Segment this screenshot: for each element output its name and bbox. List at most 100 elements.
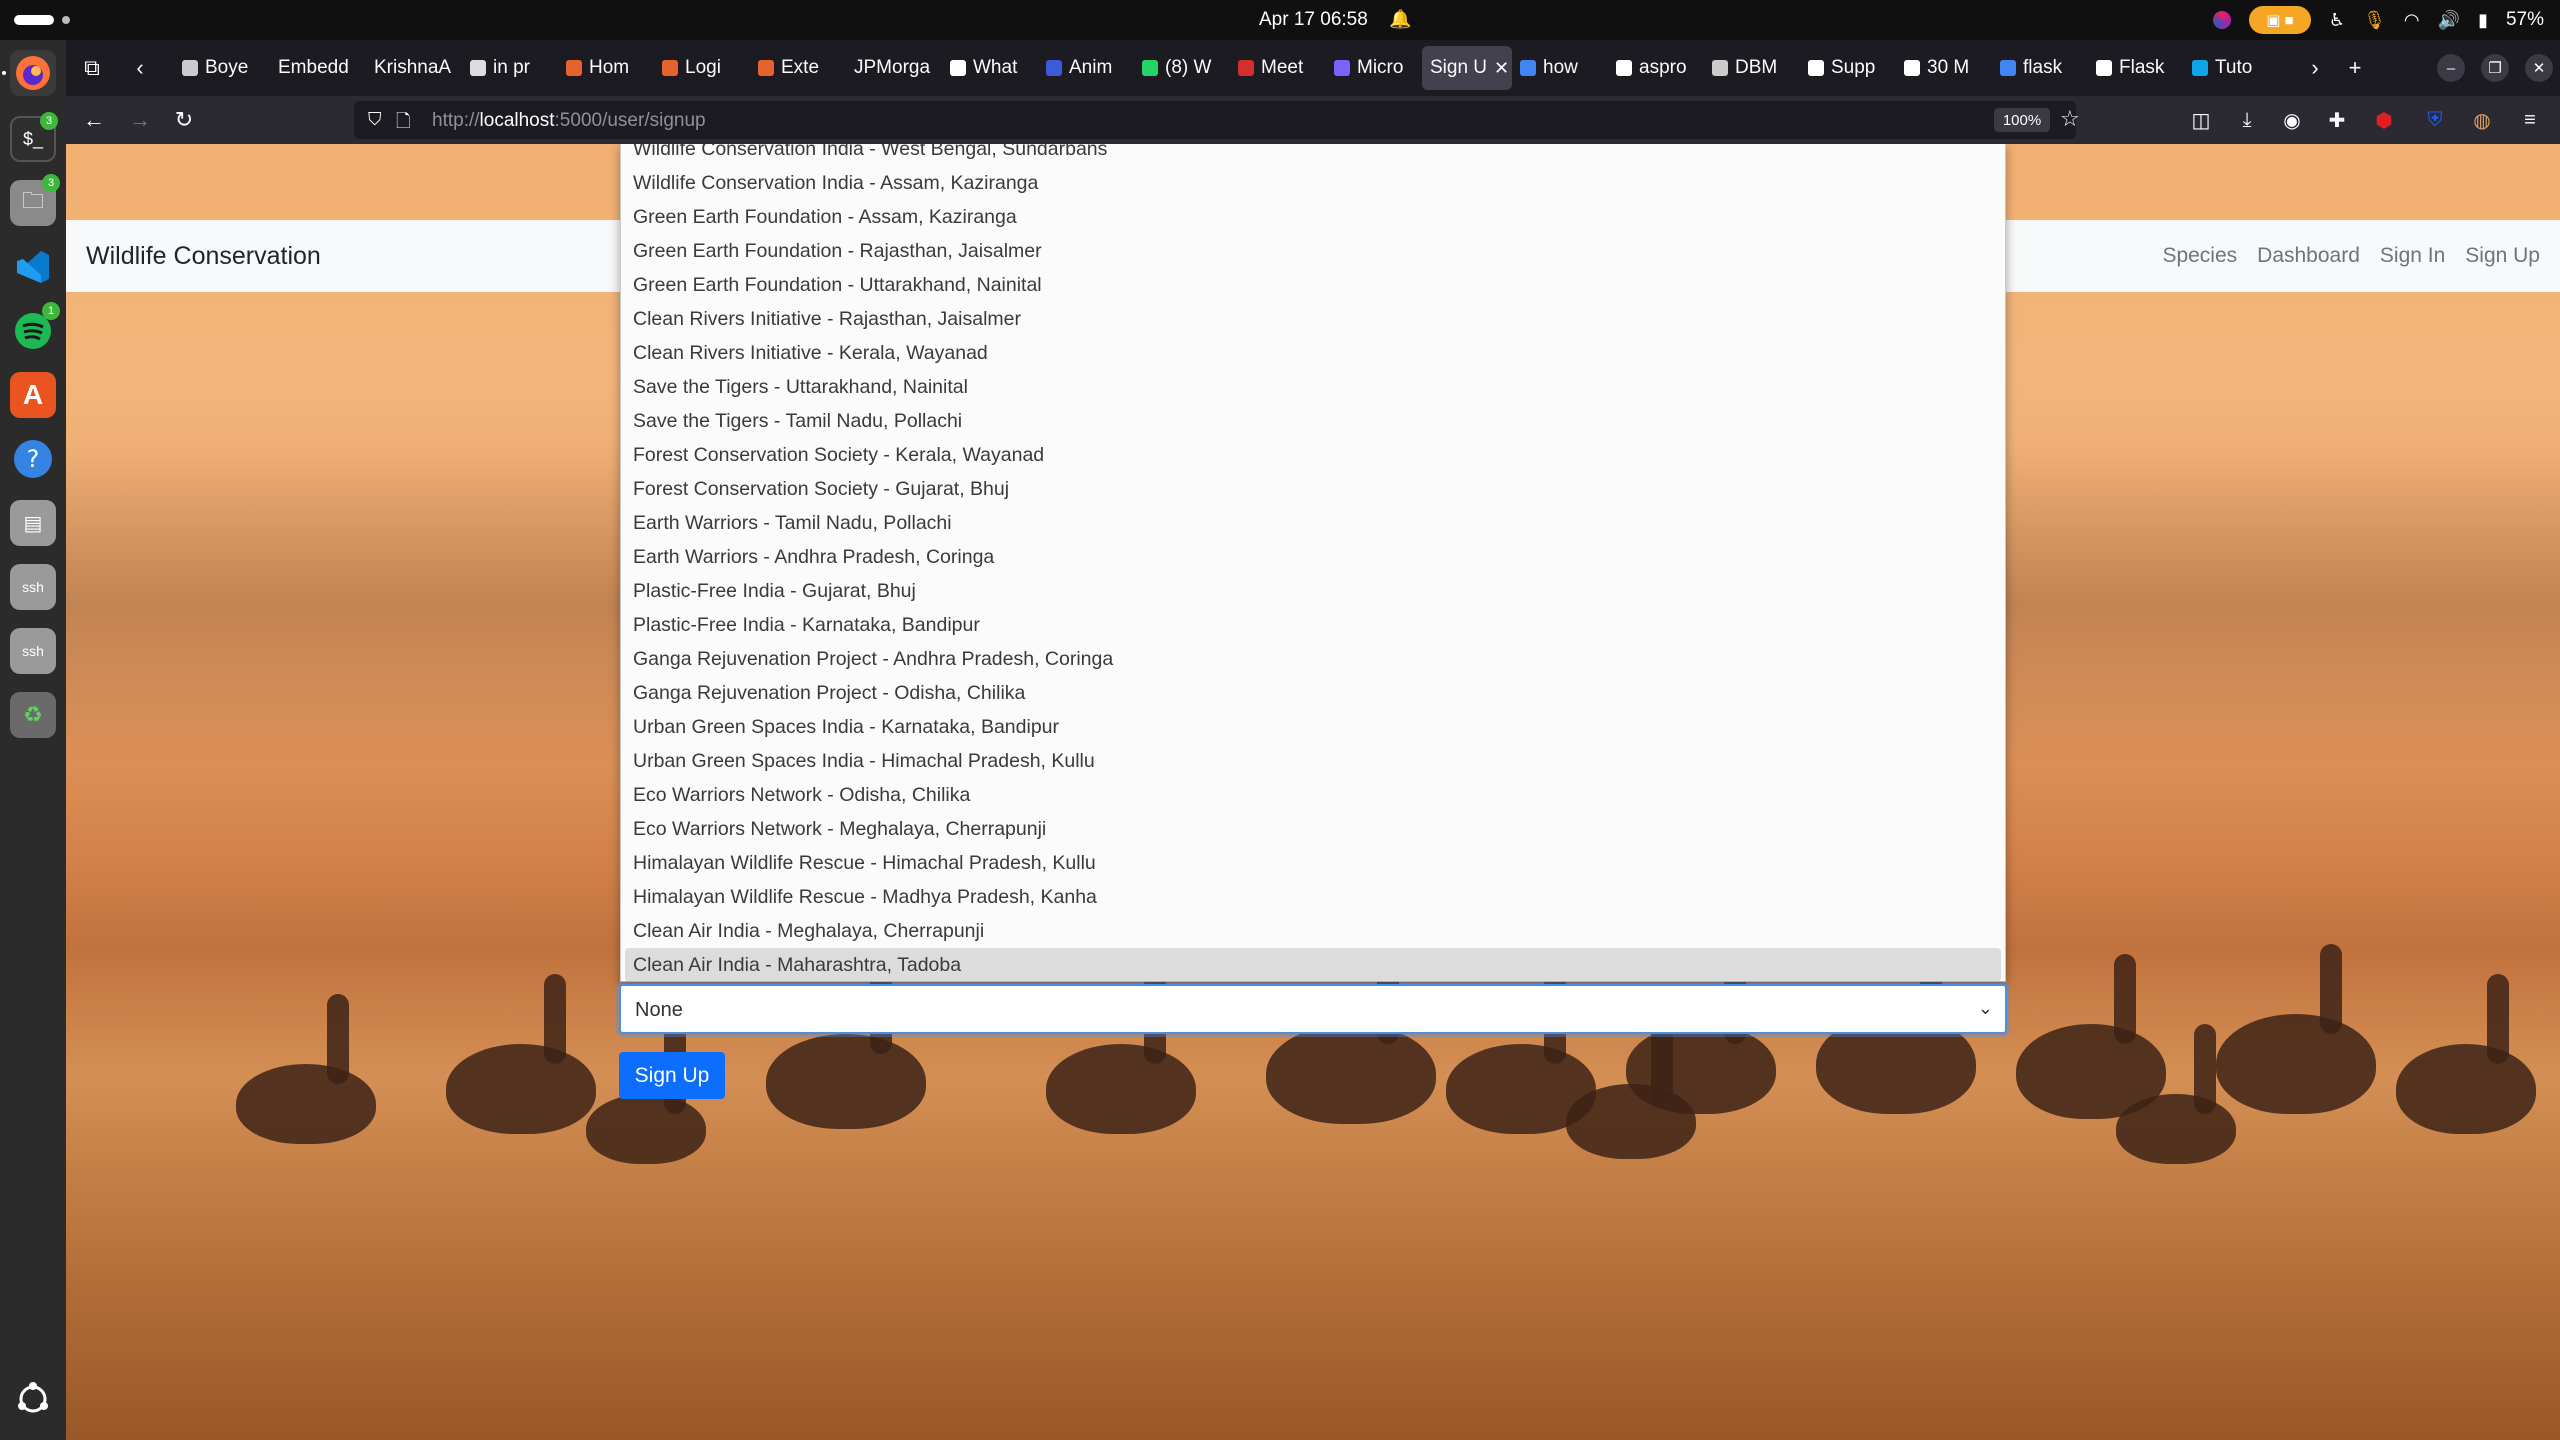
browser-tab[interactable]: KrishnaA: [366, 46, 462, 90]
ngo-select-dropdown-list[interactable]: Wildlife Conservation India - West Benga…: [620, 144, 2006, 982]
system-clock[interactable]: Apr 17 06:58: [1259, 9, 1368, 31]
dropdown-option[interactable]: Ganga Rejuvenation Project - Odisha, Chi…: [625, 676, 2001, 710]
ssh-file-icon-2[interactable]: ssh: [10, 628, 56, 674]
bitwarden-icon[interactable]: ⛨: [2419, 104, 2451, 136]
activities-button[interactable]: [14, 15, 70, 25]
ngo-select[interactable]: None ⌄: [619, 984, 2007, 1034]
reload-icon[interactable]: ↻: [166, 102, 202, 138]
dropdown-option[interactable]: Earth Warriors - Andhra Pradesh, Coringa: [625, 540, 2001, 574]
tab-overview-icon[interactable]: ⧉: [74, 50, 110, 86]
trash-icon[interactable]: ♻: [10, 692, 56, 738]
dropdown-option[interactable]: Green Earth Foundation - Assam, Kazirang…: [625, 200, 2001, 234]
url-text[interactable]: http://localhost:5000/user/signup: [432, 110, 706, 132]
browser-tab[interactable]: 30 M: [1896, 46, 1992, 90]
battery-icon[interactable]: ▮: [2478, 10, 2488, 31]
dropdown-option[interactable]: Plastic-Free India - Karnataka, Bandipur: [625, 608, 2001, 642]
url-bar[interactable]: ⛉ 🗋 http://localhost:5000/user/signup 10…: [354, 101, 2080, 139]
terminal-icon[interactable]: $_ 3: [10, 112, 58, 162]
browser-tab[interactable]: how: [1512, 46, 1608, 90]
browser-tab[interactable]: Meet: [1230, 46, 1326, 90]
dropdown-option[interactable]: Forest Conservation Society - Gujarat, B…: [625, 472, 2001, 506]
dropdown-option[interactable]: Himalayan Wildlife Rescue - Madhya Prade…: [625, 880, 2001, 914]
wifi-icon[interactable]: ◠: [2404, 10, 2420, 31]
dropdown-option[interactable]: Clean Air India - Maharashtra, Tadoba: [625, 948, 2001, 981]
sign-up-button[interactable]: Sign Up: [619, 1052, 725, 1099]
menu-icon[interactable]: ≡: [2514, 104, 2546, 136]
site-brand[interactable]: Wildlife Conservation: [86, 242, 321, 271]
browser-tab[interactable]: Sign U ✕: [1422, 46, 1512, 90]
dropdown-option[interactable]: Wildlife Conservation India - West Benga…: [625, 144, 2001, 166]
dropdown-option[interactable]: Urban Green Spaces India - Karnataka, Ba…: [625, 710, 2001, 744]
dropdown-option[interactable]: Plastic-Free India - Gujarat, Bhuj: [625, 574, 2001, 608]
forward-icon[interactable]: →: [122, 102, 158, 138]
zoom-level-badge[interactable]: 100%: [1994, 108, 2050, 132]
volume-icon[interactable]: 🔊: [2438, 10, 2460, 31]
account-icon[interactable]: ◉: [2276, 104, 2308, 136]
firefox-icon[interactable]: [10, 50, 56, 96]
help-icon[interactable]: ?: [10, 436, 56, 482]
color-picker-icon[interactable]: [2212, 11, 2231, 29]
page-info-icon[interactable]: 🗋: [396, 109, 410, 139]
pocket-icon[interactable]: ◫: [2185, 104, 2217, 136]
browser-tab[interactable]: (8) W: [1134, 46, 1230, 90]
battery-percent[interactable]: 57%: [2506, 9, 2544, 31]
minimize-icon[interactable]: –: [2437, 54, 2465, 82]
nav-species-link[interactable]: Species: [2162, 244, 2237, 268]
dropdown-option[interactable]: Earth Warriors - Tamil Nadu, Pollachi: [625, 506, 2001, 540]
downloads-icon[interactable]: ⤓: [2231, 104, 2263, 136]
show-apps-icon[interactable]: [10, 1376, 56, 1422]
spotify-icon[interactable]: 1: [10, 302, 60, 354]
dropdown-option[interactable]: Save the Tigers - Uttarakhand, Nainital: [625, 370, 2001, 404]
browser-tab[interactable]: Exte: [750, 46, 846, 90]
browser-tab[interactable]: aspro: [1608, 46, 1704, 90]
system-tray[interactable]: ▣ ■ ♿ 🎙 ◠ 🔊 ▮ 57%: [2212, 6, 2544, 34]
dropdown-option[interactable]: Clean Rivers Initiative - Kerala, Wayana…: [625, 336, 2001, 370]
bookmark-star-icon[interactable]: ☆: [2060, 106, 2080, 132]
browser-tab[interactable]: Supp: [1800, 46, 1896, 90]
browser-tab[interactable]: in pr: [462, 46, 558, 90]
browser-tab[interactable]: flask: [1992, 46, 2088, 90]
dropdown-option[interactable]: Eco Warriors Network - Odisha, Chilika: [625, 778, 2001, 812]
browser-tab[interactable]: What: [942, 46, 1038, 90]
dropdown-option[interactable]: Wildlife Conservation India - Assam, Kaz…: [625, 166, 2001, 200]
browser-tab[interactable]: Anim: [1038, 46, 1134, 90]
browser-tab[interactable]: DBM: [1704, 46, 1800, 90]
tracking-shield-icon[interactable]: ⛉: [368, 109, 382, 130]
browser-tab[interactable]: Hom: [558, 46, 654, 90]
nav-sign-up-link[interactable]: Sign Up: [2465, 244, 2540, 268]
browser-tab[interactable]: Boye: [174, 46, 270, 90]
microphone-icon[interactable]: 🎙: [2363, 10, 2386, 31]
browser-tab[interactable]: Micro: [1326, 46, 1422, 90]
accessibility-icon[interactable]: ♿: [2329, 10, 2345, 31]
browser-tab[interactable]: Embedd: [270, 46, 366, 90]
browser-tab[interactable]: Tuto: [2184, 46, 2280, 90]
dropdown-option[interactable]: Urban Green Spaces India - Himachal Prad…: [625, 744, 2001, 778]
dropdown-option[interactable]: Save the Tigers - Tamil Nadu, Pollachi: [625, 404, 2001, 438]
extension-avatar-icon[interactable]: ◍: [2466, 104, 2498, 136]
browser-tab[interactable]: Flask: [2088, 46, 2184, 90]
nav-sign-in-link[interactable]: Sign In: [2380, 244, 2445, 268]
dropdown-option[interactable]: Himalayan Wildlife Rescue - Himachal Pra…: [625, 846, 2001, 880]
new-tab-icon[interactable]: +: [2337, 50, 2373, 86]
ublock-icon[interactable]: ⬢: [2368, 104, 2400, 136]
close-tab-icon[interactable]: ✕: [1494, 58, 1509, 79]
dropdown-option[interactable]: Clean Air India - Meghalaya, Cherrapunji: [625, 914, 2001, 948]
dropdown-option[interactable]: Clean Rivers Initiative - Rajasthan, Jai…: [625, 302, 2001, 336]
dropdown-option[interactable]: Ganga Rejuvenation Project - Andhra Prad…: [625, 642, 2001, 676]
files-icon[interactable]: 🗀 3: [10, 174, 60, 226]
ssh-file-icon[interactable]: ssh: [10, 564, 56, 610]
tabs-scroll-left-icon[interactable]: ‹: [122, 50, 158, 86]
back-icon[interactable]: ←: [76, 102, 112, 138]
document-icon[interactable]: ▤: [10, 500, 56, 546]
close-window-icon[interactable]: ✕: [2525, 54, 2553, 82]
dropdown-option[interactable]: Forest Conservation Society - Kerala, Wa…: [625, 438, 2001, 472]
extensions-icon[interactable]: ✚: [2321, 104, 2353, 136]
browser-tab[interactable]: JPMorga: [846, 46, 942, 90]
restore-icon[interactable]: ❐: [2481, 54, 2509, 82]
browser-tab[interactable]: Logi: [654, 46, 750, 90]
notification-bell-icon[interactable]: 🔔: [1389, 9, 1411, 30]
app-center-icon[interactable]: A: [10, 372, 56, 418]
nav-dashboard-link[interactable]: Dashboard: [2257, 244, 2360, 268]
screen-recorder-indicator[interactable]: ▣ ■: [2248, 6, 2311, 34]
dropdown-option[interactable]: Eco Warriors Network - Meghalaya, Cherra…: [625, 812, 2001, 846]
